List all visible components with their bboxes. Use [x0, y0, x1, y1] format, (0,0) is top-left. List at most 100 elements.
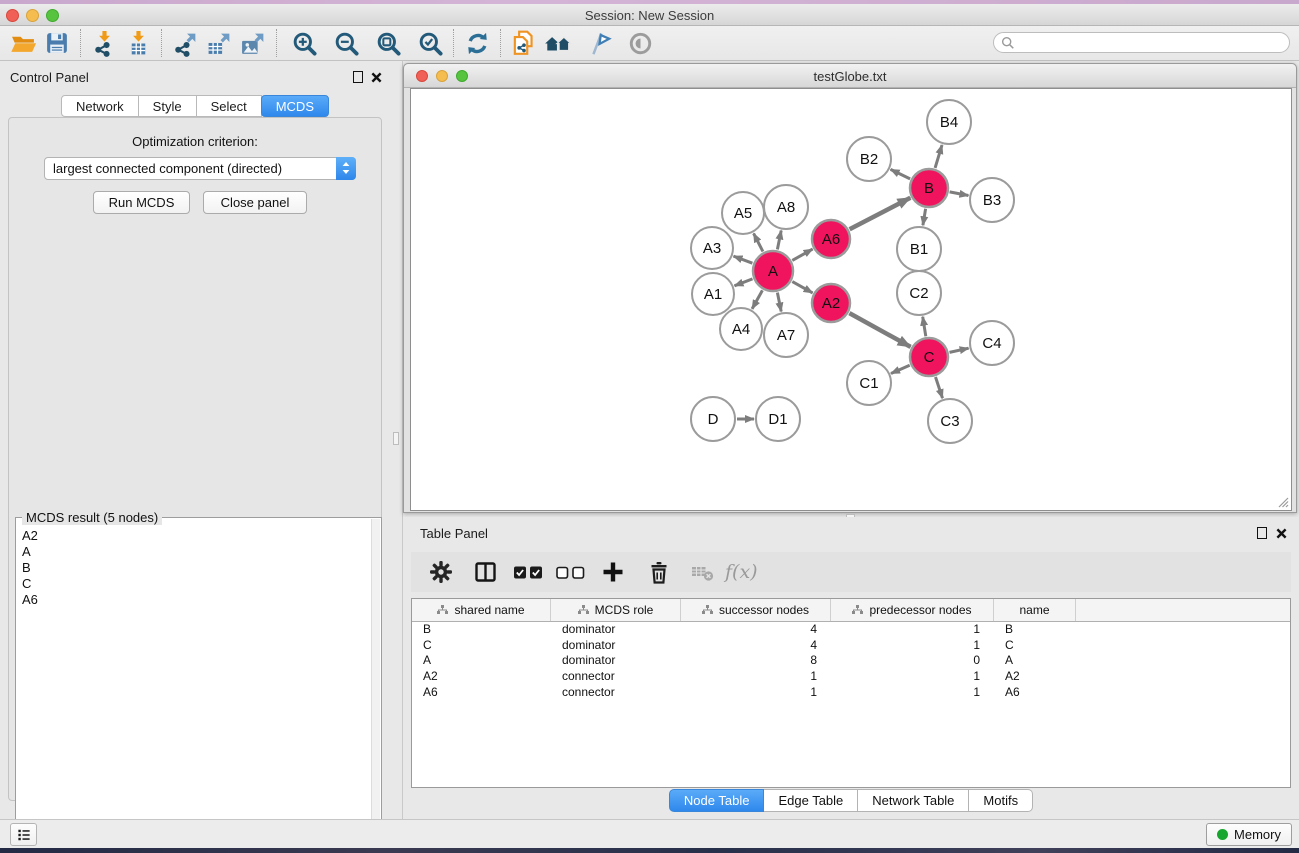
close-table-panel-icon[interactable]: [1276, 527, 1287, 545]
table-cell[interactable]: 1: [831, 685, 994, 701]
graph-node-D[interactable]: D: [691, 397, 735, 441]
open-session-icon[interactable]: [6, 28, 40, 58]
graph-node-C[interactable]: C: [910, 338, 948, 376]
graph-node-B2[interactable]: B2: [847, 137, 891, 181]
graph-node-C4[interactable]: C4: [970, 321, 1014, 365]
table-row[interactable]: A6connector11A6: [412, 685, 1290, 701]
delete-table-icon[interactable]: [685, 557, 721, 587]
graph-node-D1[interactable]: D1: [756, 397, 800, 441]
table-cell[interactable]: 0: [831, 653, 994, 669]
task-history-button[interactable]: [10, 823, 37, 846]
tab-select[interactable]: Select: [197, 95, 262, 117]
column-header-mcds-role[interactable]: MCDS role: [551, 599, 681, 621]
zoom-in-icon[interactable]: [287, 28, 321, 58]
network-canvas[interactable]: B4B2BB3A5A8A6A3AB1A1A2C2A4A7C4CC1C3DD1: [410, 88, 1292, 511]
float-panel-icon[interactable]: [353, 71, 363, 83]
mcds-result-item[interactable]: A2: [18, 528, 369, 544]
export-image-icon[interactable]: [236, 28, 270, 58]
save-session-icon[interactable]: [40, 28, 74, 58]
eye-icon[interactable]: [623, 28, 657, 58]
table-cell[interactable]: B: [994, 622, 1076, 638]
table-cell[interactable]: 4: [681, 638, 831, 654]
tab-motifs[interactable]: Motifs: [969, 789, 1033, 812]
zoom-out-icon[interactable]: [329, 28, 363, 58]
table-row[interactable]: Bdominator41B: [412, 622, 1290, 638]
function-builder-icon[interactable]: f(x): [721, 561, 758, 583]
close-panel-icon[interactable]: [371, 71, 382, 84]
table-cell[interactable]: 4: [681, 622, 831, 638]
duplicate-network-icon[interactable]: [507, 28, 541, 58]
show-column-panel-icon[interactable]: [467, 557, 503, 587]
table-cell[interactable]: B: [412, 622, 551, 638]
table-cell[interactable]: 8: [681, 653, 831, 669]
memory-button[interactable]: Memory: [1206, 823, 1292, 846]
close-panel-button[interactable]: Close panel: [203, 191, 307, 214]
column-header-name[interactable]: name: [994, 599, 1076, 621]
mcds-result-item[interactable]: B: [18, 560, 369, 576]
search-box[interactable]: [993, 32, 1290, 53]
column-header-predecessor-nodes[interactable]: predecessor nodes: [831, 599, 994, 621]
table-cell[interactable]: A6: [412, 685, 551, 701]
tab-edge-table[interactable]: Edge Table: [764, 789, 858, 812]
run-mcds-button[interactable]: Run MCDS: [93, 191, 190, 214]
table-cell[interactable]: A: [412, 653, 551, 669]
graph-node-C1[interactable]: C1: [847, 361, 891, 405]
table-cell[interactable]: 1: [681, 669, 831, 685]
delete-column-trash-icon[interactable]: [641, 557, 677, 587]
graph-node-B4[interactable]: B4: [927, 100, 971, 144]
table-cell[interactable]: A2: [412, 669, 551, 685]
table-cell[interactable]: 1: [831, 669, 994, 685]
graph-node-B3[interactable]: B3: [970, 178, 1014, 222]
tab-network-table[interactable]: Network Table: [858, 789, 969, 812]
table-cell[interactable]: C: [412, 638, 551, 654]
window-titlebar[interactable]: Session: New Session: [0, 4, 1299, 26]
tab-mcds[interactable]: MCDS: [261, 95, 329, 117]
create-column-plus-icon[interactable]: [595, 557, 631, 587]
table-cell[interactable]: dominator: [551, 653, 681, 669]
mcds-result-list[interactable]: A2ABCA6: [18, 528, 369, 853]
graph-node-C2[interactable]: C2: [897, 271, 941, 315]
table-settings-gear-icon[interactable]: [423, 557, 459, 587]
table-cell[interactable]: dominator: [551, 622, 681, 638]
first-neighbors-icon[interactable]: [541, 28, 575, 58]
graph-node-B1[interactable]: B1: [897, 227, 941, 271]
table-cell[interactable]: A6: [994, 685, 1076, 701]
mcds-result-scrollbar[interactable]: [371, 519, 380, 853]
resize-grip-icon[interactable]: [1277, 496, 1289, 508]
table-cell[interactable]: A: [994, 653, 1076, 669]
column-header-successor-nodes[interactable]: successor nodes: [681, 599, 831, 621]
graph-node-A3[interactable]: A3: [691, 227, 733, 269]
graph-node-A1[interactable]: A1: [692, 273, 734, 315]
mcds-result-item[interactable]: A: [18, 544, 369, 560]
export-table-icon[interactable]: [202, 28, 236, 58]
zoom-selected-icon[interactable]: [413, 28, 447, 58]
mcds-result-item[interactable]: C: [18, 576, 369, 592]
mcds-result-item[interactable]: A6: [18, 592, 369, 608]
graph-node-C3[interactable]: C3: [928, 399, 972, 443]
table-cell[interactable]: connector: [551, 685, 681, 701]
table-row[interactable]: Adominator80A: [412, 653, 1290, 669]
table-cell[interactable]: dominator: [551, 638, 681, 654]
column-header-shared-name[interactable]: shared name: [412, 599, 551, 621]
import-table-icon[interactable]: [121, 28, 155, 58]
tab-network[interactable]: Network: [61, 95, 139, 117]
table-cell[interactable]: A2: [994, 669, 1076, 685]
graph-node-A7[interactable]: A7: [764, 313, 808, 357]
table-cell[interactable]: connector: [551, 669, 681, 685]
graph-node-A2[interactable]: A2: [812, 284, 850, 322]
search-input[interactable]: [1015, 35, 1289, 50]
network-graph[interactable]: B4B2BB3A5A8A6A3AB1A1A2C2A4A7C4CC1C3DD1: [411, 89, 1293, 512]
graph-node-A4[interactable]: A4: [720, 308, 762, 350]
table-row[interactable]: A2connector11A2: [412, 669, 1290, 685]
tab-style[interactable]: Style: [139, 95, 197, 117]
float-table-panel-icon[interactable]: [1257, 527, 1267, 539]
zoom-fit-icon[interactable]: [371, 28, 405, 58]
table-row[interactable]: Cdominator41C: [412, 638, 1290, 654]
table-cell[interactable]: 1: [681, 685, 831, 701]
criterion-select[interactable]: largest connected component (directed): [44, 157, 356, 180]
graph-node-A6[interactable]: A6: [812, 220, 850, 258]
table-cell[interactable]: C: [994, 638, 1076, 654]
vertical-splitter[interactable]: [390, 61, 403, 819]
table-cell[interactable]: 1: [831, 622, 994, 638]
import-network-icon[interactable]: [87, 28, 121, 58]
